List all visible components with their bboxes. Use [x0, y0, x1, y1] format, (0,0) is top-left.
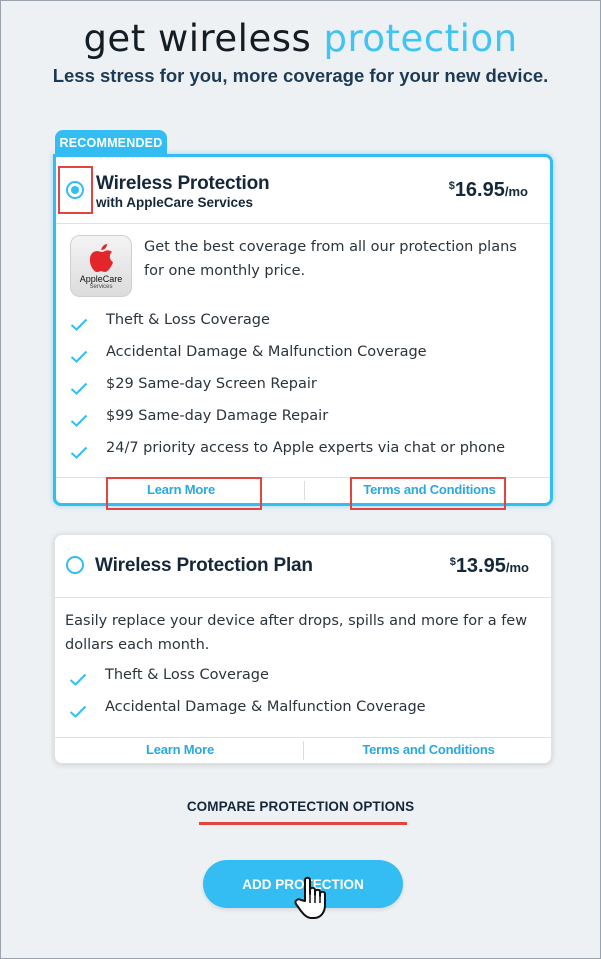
price-period: /mo	[505, 560, 529, 575]
price-amount: 16.95	[454, 179, 505, 201]
footer-divider	[303, 741, 304, 760]
plan-description: Easily replace your device after drops, …	[65, 613, 528, 653]
plan-name: Wireless Protection	[96, 173, 270, 194]
plan-card-basic[interactable]: Wireless Protection Plan $13.95/mo Easil…	[54, 534, 552, 764]
price-currency: $	[448, 180, 455, 192]
learn-more-link[interactable]: Learn More	[105, 738, 255, 764]
check-icon	[69, 705, 87, 718]
logo-text-services: Services	[89, 284, 113, 290]
logo-text-applecare: AppleCare	[79, 274, 123, 284]
title-part-2: protection	[323, 17, 518, 60]
title-part-1: get wireless	[83, 17, 312, 60]
check-icon	[70, 382, 88, 395]
check-icon	[69, 673, 87, 686]
price-currency: $	[449, 556, 456, 568]
page-subtitle: Less stress for you, more coverage for y…	[52, 65, 549, 86]
check-icon	[70, 350, 88, 363]
feature-text: $29 Same-day Screen Repair	[106, 376, 317, 392]
price-period: /mo	[504, 184, 528, 199]
page-title: get wireless protection	[1, 17, 600, 60]
feature-text: 24/7 priority access to Apple experts vi…	[106, 440, 506, 456]
hand-cursor-icon	[294, 876, 326, 919]
compare-highlight-underline	[199, 822, 407, 825]
plan-subname: with AppleCare Services	[96, 195, 254, 210]
plan-price: $13.95/mo	[450, 555, 529, 578]
radio-highlight-box	[58, 166, 93, 214]
footer-divider	[304, 481, 305, 500]
terms-link[interactable]: Terms and Conditions	[351, 738, 506, 764]
feature-text: Theft & Loss Coverage	[105, 667, 269, 683]
check-icon	[70, 414, 88, 427]
terms-highlight-box	[350, 477, 506, 510]
plan-card-footer: Learn More Terms and Conditions	[55, 737, 551, 763]
recommended-badge: RECOMMENDED	[55, 130, 167, 156]
plan-card-applecare[interactable]: Wireless Protection with AppleCare Servi…	[53, 154, 553, 510]
feature-text: Accidental Damage & Malfunction Coverage	[105, 699, 426, 715]
plan-radio-basic[interactable]	[66, 556, 84, 574]
plan-description: Get the best coverage from all our prote…	[144, 239, 517, 279]
check-icon	[70, 318, 88, 331]
plan-card-header[interactable]: Wireless Protection Plan $13.95/mo	[55, 535, 551, 598]
plan-name: Wireless Protection Plan	[95, 555, 313, 576]
feature-text: $99 Same-day Damage Repair	[106, 408, 329, 424]
plan-card-header[interactable]: Wireless Protection with AppleCare Servi…	[56, 157, 550, 224]
apple-logo-icon	[89, 244, 113, 272]
price-amount: 13.95	[455, 555, 506, 577]
learn-more-highlight-box	[106, 477, 262, 510]
applecare-logo: AppleCare Services	[70, 235, 132, 297]
compare-protection-link[interactable]: COMPARE PROTECTION OPTIONS	[1, 799, 600, 814]
check-icon	[70, 446, 88, 459]
feature-text: Theft & Loss Coverage	[106, 312, 270, 328]
feature-text: Accidental Damage & Malfunction Coverage	[106, 344, 427, 360]
plan-price: $16.95/mo	[449, 179, 528, 202]
plan-card-footer: Learn More Terms and Conditions	[56, 477, 550, 510]
